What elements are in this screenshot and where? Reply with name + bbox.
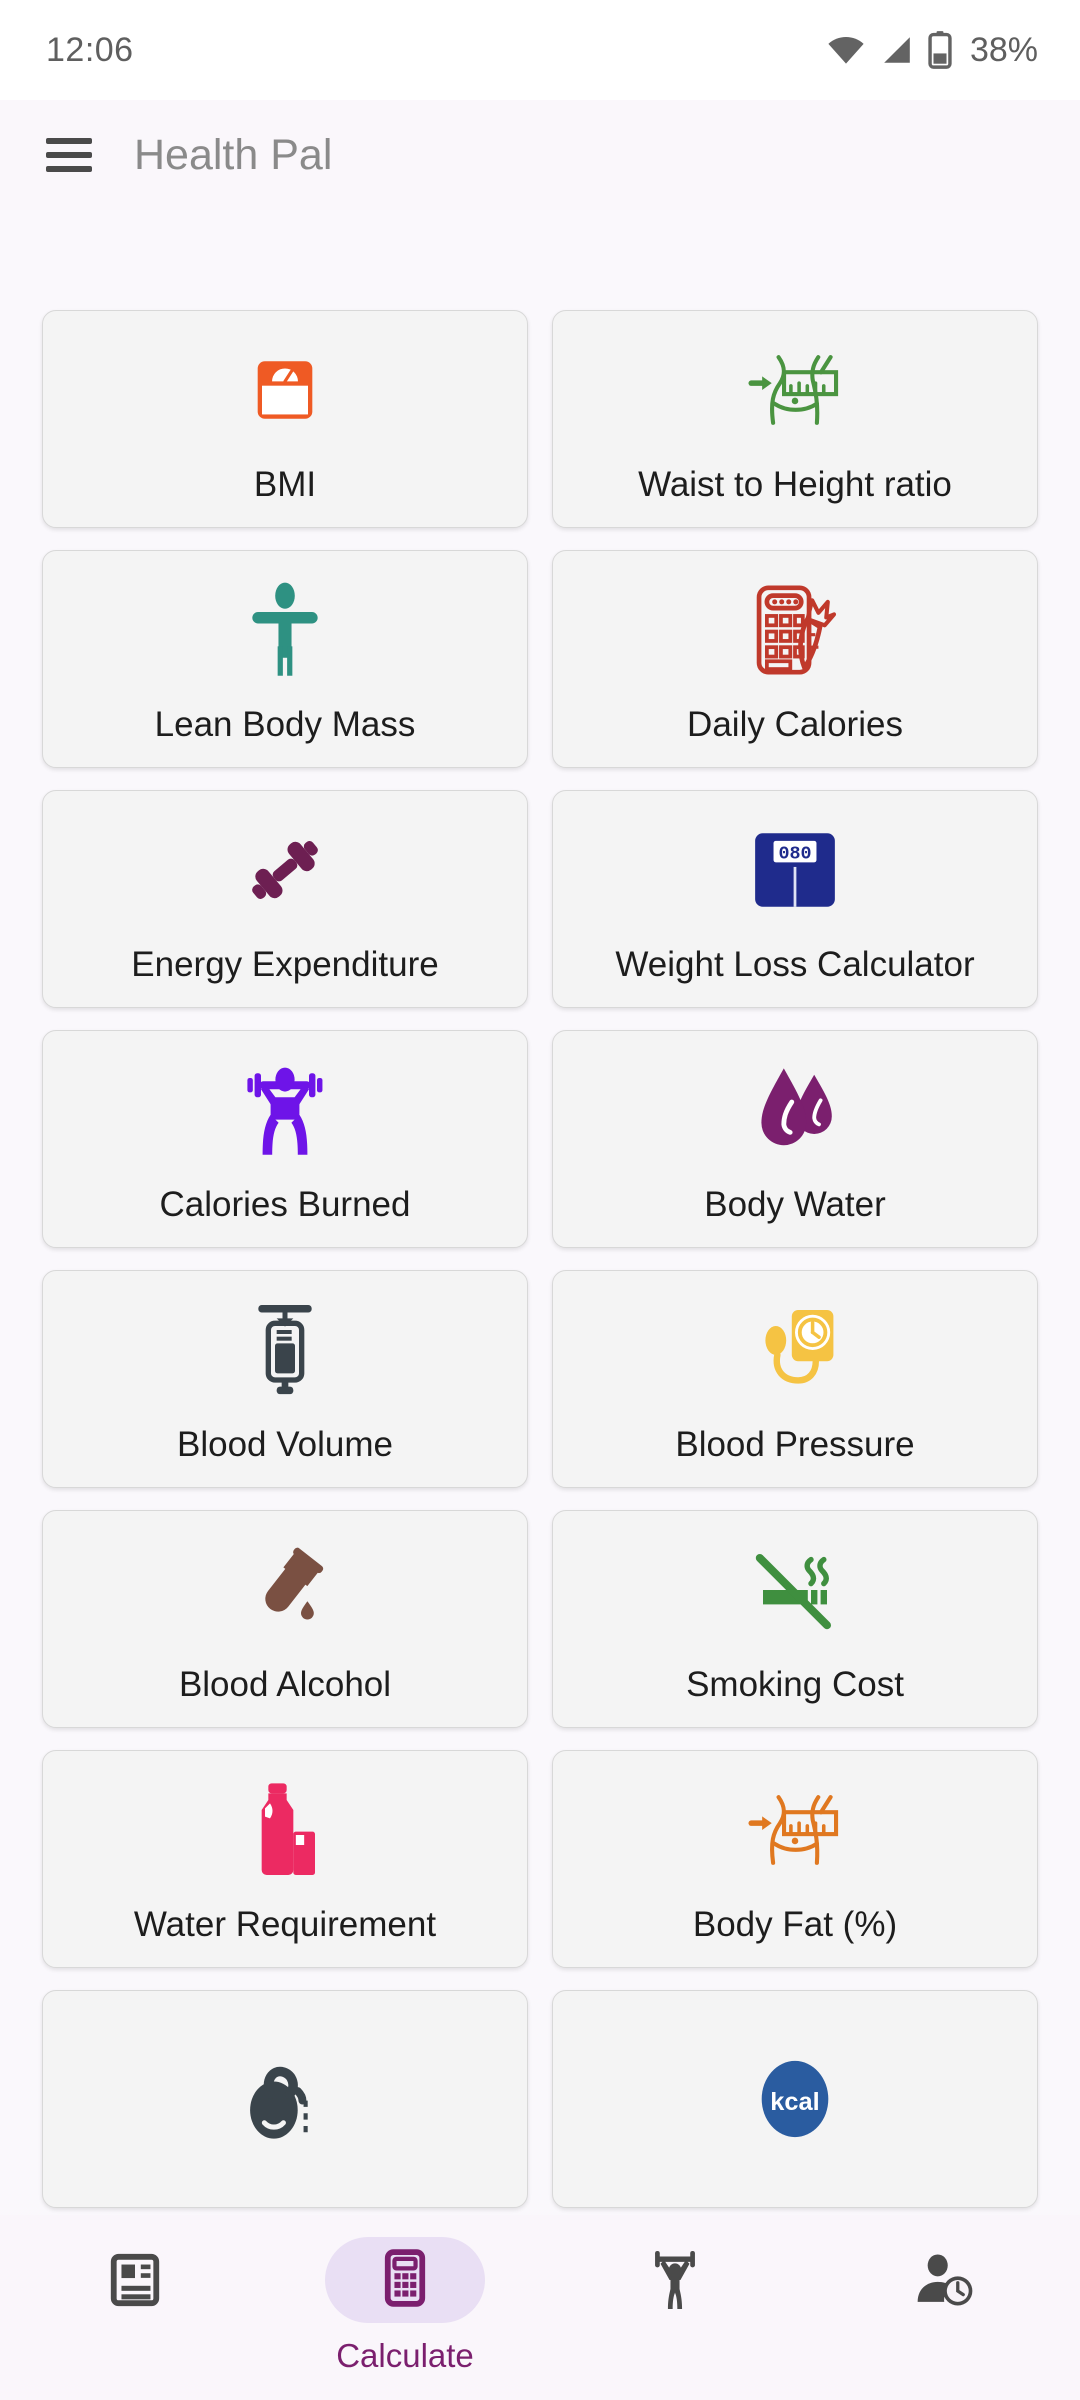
card-partial-right[interactable]: kcal: [552, 1990, 1038, 2208]
weighing-scale-icon: [239, 337, 331, 443]
card-label: Blood Volume: [177, 1424, 393, 1464]
status-time: 12:06: [46, 30, 134, 69]
page-title: Health Pal: [134, 130, 333, 179]
wifi-icon: [826, 34, 866, 66]
blood-pressure-monitor-icon: [747, 1297, 843, 1403]
card-label: Blood Alcohol: [178, 1664, 392, 1704]
card-label: BMI: [253, 464, 317, 504]
person-history-icon: [914, 2237, 976, 2323]
nav-item-articles[interactable]: [0, 2237, 270, 2323]
card-daily-calories[interactable]: Daily Calories: [552, 550, 1038, 768]
test-tube-drop-icon: [237, 1537, 333, 1643]
card-label: Weight Loss Calculator: [615, 944, 975, 984]
card-water-requirement[interactable]: Water Requirement: [42, 1750, 528, 1968]
card-energy-expenditure[interactable]: Energy Expenditure: [42, 790, 528, 1008]
nav-label: Calculate: [336, 2337, 474, 2374]
status-bar: 12:06 38%: [0, 0, 1080, 100]
card-weight-loss-calculator[interactable]: 080 Weight Loss Calculator: [552, 790, 1038, 1008]
waist-measure-icon: [743, 1777, 847, 1883]
digital-scale-icon: 080: [749, 817, 841, 923]
kcal-badge-text: kcal: [770, 2088, 819, 2116]
card-label: Blood Pressure: [675, 1424, 915, 1464]
card-label: Lean Body Mass: [154, 704, 416, 744]
card-label: Daily Calories: [687, 704, 903, 744]
card-smoking-cost[interactable]: Smoking Cost: [552, 1510, 1038, 1728]
nav-item-history[interactable]: [810, 2237, 1080, 2323]
calculator-carrot-icon: [749, 577, 841, 683]
dumbbell-icon: [237, 817, 333, 923]
cellular-signal-icon: [880, 34, 914, 66]
card-body-water[interactable]: Body Water: [552, 1030, 1038, 1248]
card-bmi[interactable]: BMI: [42, 310, 528, 528]
card-blood-pressure[interactable]: Blood Pressure: [552, 1270, 1038, 1488]
person-standing-icon: [244, 577, 326, 683]
card-label: Body Fat (%): [692, 1904, 898, 1944]
card-label: Waist to Height ratio: [638, 464, 952, 504]
card-blood-volume[interactable]: Blood Volume: [42, 1270, 528, 1488]
iv-drip-icon: [246, 1297, 324, 1403]
calculator-grid: BMI Waist to Height ratio Lean Body Mass…: [0, 210, 1080, 2208]
card-partial-left[interactable]: [42, 1990, 528, 2208]
scale-display-value: 080: [778, 843, 811, 864]
card-body-fat-percent[interactable]: Body Fat (%): [552, 1750, 1038, 1968]
card-blood-alcohol[interactable]: Blood Alcohol: [42, 1510, 528, 1728]
no-smoking-icon: [747, 1537, 843, 1643]
water-droplets-icon: [749, 1057, 841, 1163]
app-bar: Health Pal: [0, 100, 1080, 210]
waist-measure-icon: [743, 337, 847, 443]
card-label: Calories Burned: [159, 1184, 411, 1224]
water-bottle-glass-icon: [243, 1777, 327, 1883]
weightlifter-nav-icon: [646, 2237, 704, 2323]
bottom-navigation: Calculate: [0, 2215, 1080, 2400]
kcal-badge-icon: kcal: [749, 2046, 841, 2152]
card-calories-burned[interactable]: Calories Burned: [42, 1030, 528, 1248]
weightlifter-icon: [241, 1057, 329, 1163]
card-label: Body Water: [704, 1184, 886, 1224]
card-label: Water Requirement: [133, 1904, 437, 1944]
article-icon: [106, 2237, 164, 2323]
battery-percentage: 38%: [969, 30, 1038, 69]
calculator-icon: [382, 2248, 428, 2312]
card-label: Energy Expenditure: [131, 944, 439, 984]
nav-item-workout[interactable]: [540, 2237, 810, 2323]
hamburger-menu-icon[interactable]: [46, 138, 92, 172]
card-label: Smoking Cost: [686, 1664, 904, 1704]
status-indicators: 38%: [826, 31, 1038, 70]
card-waist-to-height-ratio[interactable]: Waist to Height ratio: [552, 310, 1038, 528]
nav-item-calculate[interactable]: Calculate: [270, 2237, 540, 2375]
calculator-grid-scroll[interactable]: BMI Waist to Height ratio Lean Body Mass…: [0, 210, 1080, 2400]
pill-capsule-icon: [239, 2046, 331, 2152]
card-lean-body-mass[interactable]: Lean Body Mass: [42, 550, 528, 768]
battery-icon: [928, 31, 952, 69]
nav-pill-active[interactable]: [325, 2237, 485, 2323]
